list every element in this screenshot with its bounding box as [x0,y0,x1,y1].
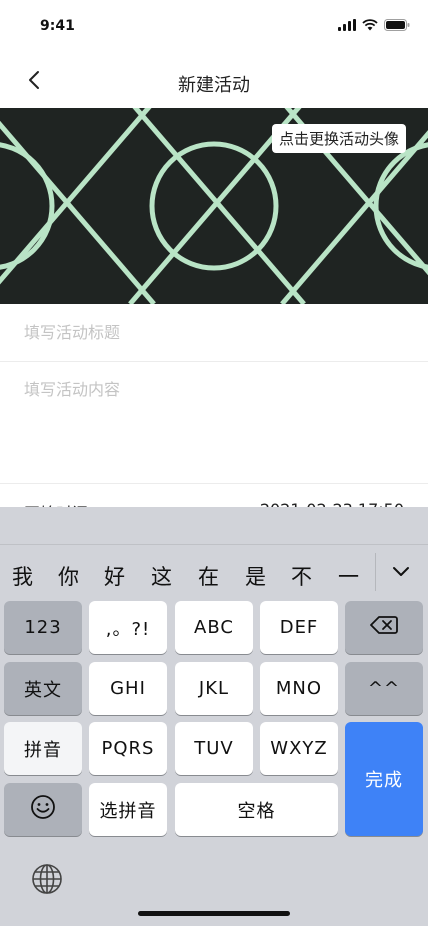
candidate-word[interactable]: 不 [291,561,312,591]
candidate-word[interactable]: 在 [198,561,219,591]
nav-bar: 新建活动 [0,56,428,108]
candidate-word[interactable]: 我 [12,561,33,591]
def-key[interactable]: DEF [260,601,338,654]
punctuation-key[interactable]: ,。?! [89,601,167,654]
candidate-bar: 我 你 好 这 在 是 不 一 [0,544,428,600]
activity-content-field [0,362,428,484]
face-key[interactable]: ^^ [345,662,423,715]
pinyin-key[interactable]: 拼音 [4,722,82,775]
delete-key[interactable] [345,601,423,654]
candidate-word[interactable]: 好 [104,561,125,591]
pqrs-key[interactable]: PQRS [89,722,167,775]
candidate-divider [375,553,376,591]
jkl-key[interactable]: JKL [175,662,253,715]
status-icons [338,16,410,35]
change-cover-button[interactable]: 点击更换活动头像 [271,124,406,153]
home-indicator [138,911,290,916]
activity-title-input[interactable] [0,304,428,361]
emoji-key[interactable] [4,783,82,836]
status-time: 9:41 [40,18,75,34]
globe-button[interactable] [29,863,65,899]
battery-icon [384,16,410,35]
numbers-key[interactable]: 123 [4,601,82,654]
english-key[interactable]: 英文 [4,662,82,715]
status-bar: 9:41 [0,0,428,50]
activity-content-input[interactable] [0,362,428,483]
candidate-word[interactable]: 你 [58,561,79,591]
activity-cover-banner[interactable]: 点击更换活动头像 [0,108,428,304]
abc-key[interactable]: ABC [175,601,253,654]
space-key[interactable]: 空格 [175,783,338,836]
chevron-down-icon [392,563,410,582]
candidate-word[interactable]: 这 [151,561,172,591]
select-pinyin-key[interactable]: 选拼音 [89,783,167,836]
expand-candidates-button[interactable] [386,557,416,587]
ghi-key[interactable]: GHI [89,662,167,715]
wxyz-key[interactable]: WXYZ [260,722,338,775]
signal-icon [338,16,356,35]
page-title: 新建活动 [178,75,250,96]
wifi-icon [362,16,378,35]
candidate-word[interactable]: 一 [338,561,359,591]
emoji-icon [30,794,56,825]
done-key[interactable]: 完成 [345,722,423,836]
mno-key[interactable]: MNO [260,662,338,715]
candidate-word[interactable]: 是 [245,561,266,591]
keyboard: 我 你 好 这 在 是 不 一 123 ,。?! ABC DEF 英文 GHI … [0,507,428,926]
globe-icon [31,863,63,899]
activity-title-field [0,304,428,362]
tuv-key[interactable]: TUV [175,722,253,775]
backspace-icon [370,615,398,640]
